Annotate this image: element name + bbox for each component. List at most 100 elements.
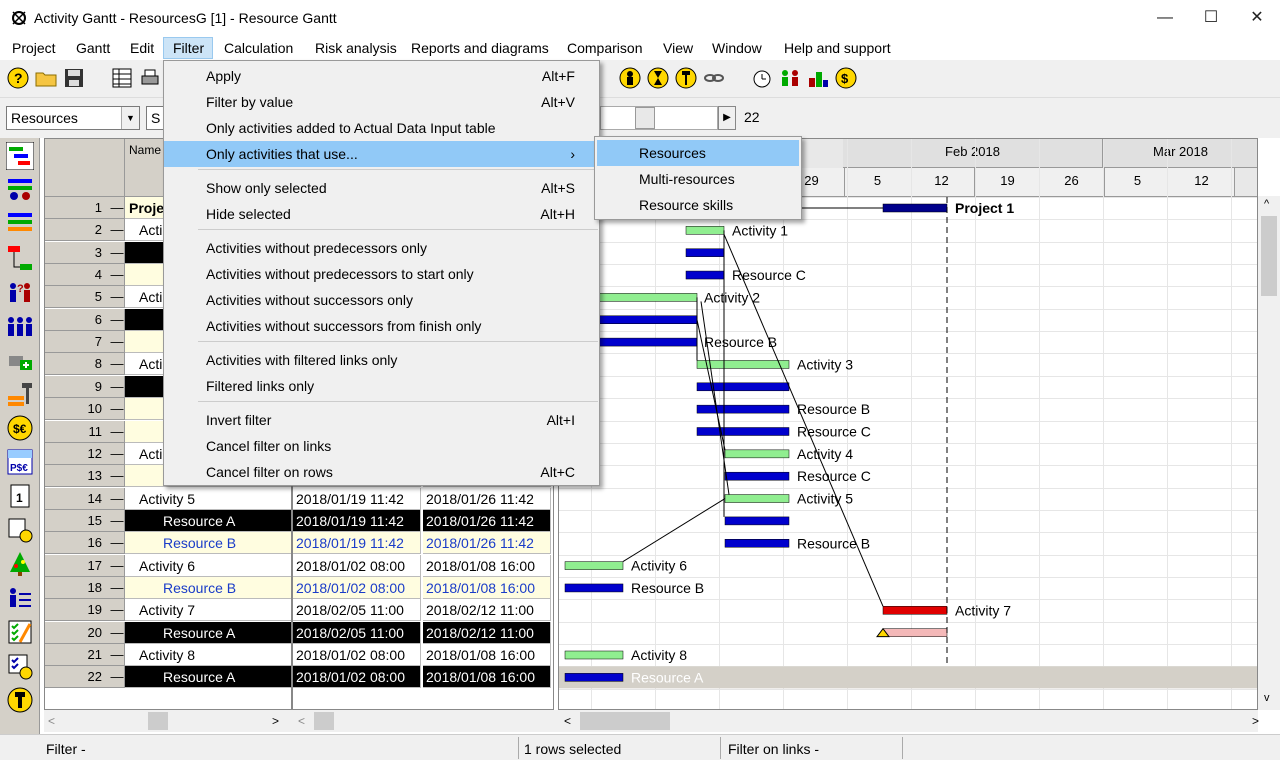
name-cell[interactable]: Resource B	[125, 576, 291, 599]
zoom-slider-thumb[interactable]	[635, 107, 655, 129]
menu-filter[interactable]: Filter	[173, 40, 204, 56]
gantt-bar[interactable]	[598, 293, 698, 302]
filter-menu-item[interactable]: Cancel filter on rows Alt+C	[164, 459, 599, 485]
name-cell[interactable]: Resource B	[125, 532, 291, 555]
scroll-thumb-1[interactable]	[148, 712, 168, 730]
tool-icon[interactable]	[6, 686, 34, 714]
name-cell[interactable]: Activity 5	[125, 487, 291, 510]
menu-edit[interactable]: Edit	[130, 40, 154, 56]
scroll-left-icon-2[interactable]: <	[298, 714, 305, 728]
zoom-right-arrow-icon[interactable]: ▶	[718, 106, 736, 130]
cost-table-icon[interactable]: P$€	[6, 448, 34, 476]
links-icon[interactable]	[6, 244, 34, 272]
row-collapse-icon[interactable]: —	[109, 376, 125, 398]
finish-date-cell[interactable]: 2018/01/08 16:00	[423, 644, 551, 666]
gantt-bar[interactable]	[882, 606, 948, 615]
checklist-icon[interactable]	[6, 618, 34, 646]
gantt-bar[interactable]	[564, 650, 624, 660]
name-cell[interactable]: Activity 8	[125, 644, 291, 666]
start-date-cell[interactable]: 2018/01/02 08:00	[293, 554, 421, 577]
add-resource-icon[interactable]	[6, 346, 34, 374]
start-date-cell[interactable]: 2018/01/19 11:42	[293, 509, 421, 532]
table-icon[interactable]	[110, 66, 134, 90]
money-icon[interactable]: $	[834, 66, 858, 90]
chevron-down-icon[interactable]: ▼	[121, 107, 139, 129]
filter-menu-item[interactable]: Activities without predecessors only	[164, 235, 599, 261]
scroll-right-icon-3[interactable]: >	[1252, 714, 1259, 728]
finish-date-cell[interactable]: 2018/01/26 11:42	[423, 487, 551, 510]
filter-menu-item[interactable]: Hide selected Alt+H	[164, 201, 599, 227]
resource-gantt-icon[interactable]	[6, 176, 34, 204]
row-collapse-icon[interactable]: —	[109, 599, 125, 621]
help-icon[interactable]: ?	[6, 66, 30, 90]
start-date-cell[interactable]: 2018/02/05 11:00	[293, 599, 421, 622]
finish-date-cell[interactable]: 2018/01/08 16:00	[423, 554, 551, 577]
gantt-bar[interactable]	[724, 449, 790, 459]
filter-menu-item[interactable]: Invert filter Alt+I	[164, 407, 599, 433]
hammer-icon[interactable]	[674, 66, 698, 90]
name-cell[interactable]: Activity 6	[125, 554, 291, 577]
finish-date-cell[interactable]: 2018/02/12 11:00	[423, 599, 551, 622]
row-collapse-icon[interactable]: —	[109, 398, 125, 420]
filter-menu-item[interactable]: Activities without successors only	[164, 287, 599, 313]
vertical-scrollbar[interactable]: ^ v	[1258, 196, 1280, 710]
filter-menu-item[interactable]: Only activities added to Actual Data Inp…	[164, 115, 599, 141]
menu-help[interactable]: Help and support	[784, 40, 891, 56]
row-collapse-icon[interactable]: —	[109, 465, 125, 487]
start-date-cell[interactable]: 2018/02/05 11:00	[293, 621, 421, 644]
name-cell[interactable]: Resource A	[125, 666, 291, 689]
finish-date-cell[interactable]: 2018/01/26 11:42	[423, 509, 551, 532]
gantt-bar[interactable]	[882, 628, 948, 637]
gantt-bar[interactable]	[685, 270, 725, 280]
gantt-bar[interactable]	[724, 471, 790, 481]
scroll-left-icon-3[interactable]: <	[564, 714, 571, 728]
filter-menu-item[interactable]: Cancel filter on links	[164, 433, 599, 459]
start-date-cell[interactable]: 2018/01/19 11:42	[293, 532, 421, 555]
gantt-bar[interactable]	[724, 516, 790, 526]
start-date-cell[interactable]: 2018/01/02 08:00	[293, 644, 421, 666]
calendar-icon[interactable]: 1	[6, 482, 34, 510]
activity-gantt-icon[interactable]	[6, 142, 34, 170]
row-collapse-icon[interactable]: —	[109, 555, 125, 577]
minimize-button[interactable]: —	[1142, 0, 1188, 36]
row-collapse-icon[interactable]: —	[109, 219, 125, 241]
filter-menu-item[interactable]: Activities without predecessors to start…	[164, 261, 599, 287]
menu-risk-analysis[interactable]: Risk analysis	[315, 40, 397, 56]
menu-comparison[interactable]: Comparison	[567, 40, 642, 56]
close-button[interactable]: ✕	[1234, 0, 1280, 36]
filter-menu-item[interactable]: Filtered links only	[164, 373, 599, 399]
row-collapse-icon[interactable]: —	[109, 510, 125, 532]
currency-icon[interactable]: $€	[6, 414, 34, 442]
row-collapse-icon[interactable]: —	[109, 331, 125, 353]
filter-menu-item[interactable]: Activities without successors from finis…	[164, 313, 599, 339]
gantt-bar[interactable]	[564, 561, 624, 570]
checklist-timer-icon[interactable]	[6, 652, 34, 680]
level-icon[interactable]	[806, 66, 830, 90]
hourglass-icon[interactable]	[646, 66, 670, 90]
resources-question-icon[interactable]: ?	[6, 278, 34, 306]
scroll-thumb-2[interactable]	[314, 712, 334, 730]
project-summary-bar[interactable]	[882, 203, 948, 213]
scroll-thumb-3[interactable]	[580, 712, 670, 730]
scroll-up-icon[interactable]: ^	[1264, 198, 1269, 210]
row-collapse-icon[interactable]: —	[109, 197, 125, 219]
people-icon[interactable]	[6, 312, 34, 340]
scroll-left-icon[interactable]: <	[48, 714, 55, 728]
zoom-slider[interactable]	[600, 106, 718, 130]
gantt-bar[interactable]	[696, 427, 790, 436]
row-collapse-icon[interactable]: —	[109, 622, 125, 644]
save-icon[interactable]	[62, 66, 86, 90]
gantt-bar[interactable]	[696, 404, 790, 414]
hammer-tool-icon[interactable]	[6, 380, 34, 408]
submenu-item[interactable]: Multi-resources	[597, 166, 799, 192]
row-collapse-icon[interactable]: —	[109, 532, 125, 554]
timer-icon[interactable]	[750, 66, 774, 90]
menu-reports[interactable]: Reports and diagrams	[411, 40, 549, 56]
gantt-bar[interactable]	[564, 583, 624, 593]
row-collapse-icon[interactable]: —	[109, 644, 125, 666]
filter-menu-item[interactable]: Only activities that use... ›	[164, 141, 599, 167]
finish-date-cell[interactable]: 2018/01/08 16:00	[423, 576, 551, 599]
row-collapse-icon[interactable]: —	[109, 443, 125, 465]
finish-date-cell[interactable]: 2018/02/12 11:00	[423, 621, 551, 644]
view-combo[interactable]: Resources ▼	[6, 106, 140, 130]
